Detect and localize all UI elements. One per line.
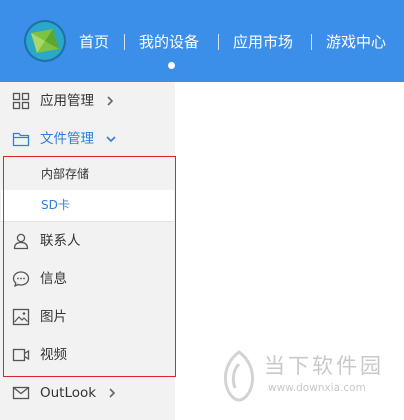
submenu-item-label: 内部存储 [41,167,90,181]
nav-game-center[interactable]: 游戏中心 [326,30,386,54]
top-header-bar: 首页 我的设备 应用市场 游戏中心 [0,0,404,82]
sidebar-item-app-management[interactable]: 应用管理 [0,83,175,119]
divider [0,221,175,222]
submenu-item-sd-card[interactable]: SD卡 [1,190,174,221]
image-icon [12,308,30,326]
nav-separator [124,34,125,50]
person-icon [13,233,29,250]
sidebar-item-contacts[interactable]: 联系人 [0,223,175,259]
sidebar-item-outlook[interactable]: OutLook [0,375,175,411]
active-nav-indicator [168,62,175,69]
sidebar-item-label: 图片 [40,309,67,325]
nav-separator [311,34,312,50]
sidebar-item-videos[interactable]: 视频 [0,337,175,373]
nav-home[interactable]: 首页 [79,30,109,54]
main-nav: 首页 我的设备 应用市场 游戏中心 [0,0,404,82]
sidebar-item-label: 信息 [40,271,67,287]
folder-icon [12,132,30,147]
submenu-item-label: SD卡 [41,198,70,212]
watermark: 当下软件园 www.downxia.com [218,348,393,410]
watermark-logo-icon [224,350,254,402]
sidebar-item-messages[interactable]: 信息 [0,261,175,297]
chevron-down-icon [106,136,116,143]
sidebar-item-label: 文件管理 [40,131,94,147]
sidebar-item-file-management[interactable]: 文件管理 [0,121,175,157]
sidebar-item-label: 联系人 [40,233,81,249]
video-icon [12,348,30,362]
chevron-right-icon [109,388,116,398]
sidebar-item-label: 视频 [40,347,67,363]
nav-app-market[interactable]: 应用市场 [233,30,293,54]
message-icon [12,271,30,288]
sidebar-item-label: 应用管理 [40,93,94,109]
sidebar-item-label: OutLook [40,385,97,401]
watermark-title: 当下软件园 [264,354,384,378]
chevron-right-icon [107,96,114,106]
submenu-item-internal-storage[interactable]: 内部存储 [1,159,174,190]
watermark-url: www.downxia.com [268,382,366,394]
nav-my-device[interactable]: 我的设备 [139,30,199,54]
mail-icon [12,386,30,400]
grid-icon [12,92,30,110]
nav-separator [218,34,219,50]
sidebar-item-images[interactable]: 图片 [0,299,175,335]
sidebar: 应用管理 文件管理 内部存储 SD卡 联系人 信息 图片 视频 OutLook [0,82,175,420]
